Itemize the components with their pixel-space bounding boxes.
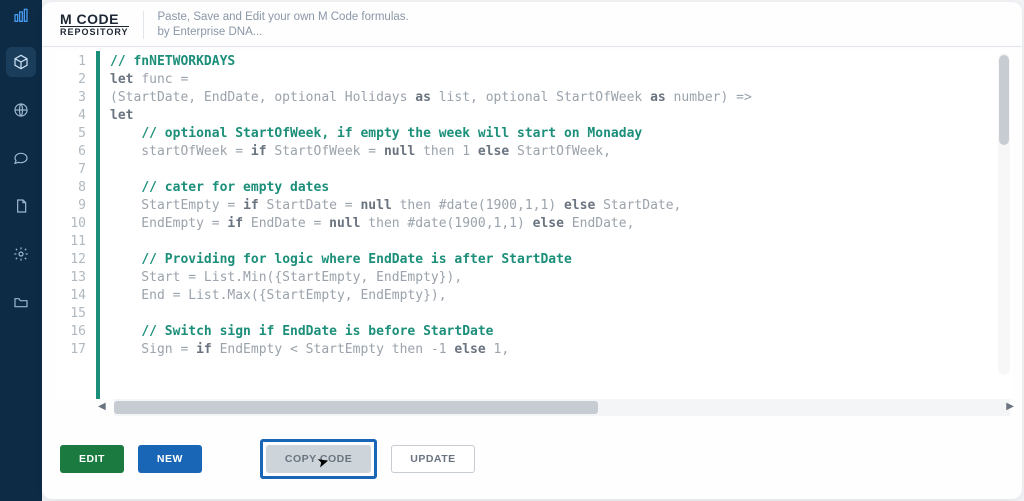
tagline-line1: Paste, Save and Edit your own M Code for… [158,10,409,25]
line-number: 2 [56,71,86,89]
code-line[interactable]: // optional StartOfWeek, if empty the we… [110,125,1004,143]
code-line[interactable]: // Switch sign if EndDate is before Star… [110,323,1004,341]
line-number: 1 [56,53,86,71]
header-separator [143,11,144,39]
line-number: 13 [56,269,86,287]
brand-bottom: REPOSITORY [60,26,129,37]
horizontal-scrollbar[interactable]: ◀ ▶ [114,399,1010,416]
tagline: Paste, Save and Edit your own M Code for… [158,10,409,40]
code-line[interactable]: let [110,107,1004,125]
line-number: 15 [56,305,86,323]
code-editor[interactable]: 1234567891011121314151617 // fnNETWORKDA… [56,51,1012,399]
code-line[interactable]: // Providing for logic where EndDate is … [110,251,1004,269]
sidebar [0,0,42,501]
line-number: 10 [56,215,86,233]
brand-top: M CODE [60,12,129,26]
code-line[interactable]: EndEmpty = if EndDate = null then #date(… [110,215,1004,233]
update-button[interactable]: UPDATE [391,445,474,473]
code-line[interactable]: Start = List.Min({StartEmpty, EndEmpty})… [110,269,1004,287]
logo-icon [13,8,29,29]
code-line[interactable]: // fnNETWORKDAYS [110,53,1004,71]
line-number: 3 [56,89,86,107]
code-line[interactable]: // cater for empty dates [110,179,1004,197]
footer-toolbar: EDIT NEW COPY CODE ➤ UPDATE [42,420,1022,499]
nav-folder-icon[interactable] [6,287,36,317]
code-line[interactable] [110,161,1004,179]
code-line[interactable]: let func = [110,71,1004,89]
line-number: 14 [56,287,86,305]
code-body[interactable]: // fnNETWORKDAYSlet func =(StartDate, En… [100,51,1012,399]
code-line[interactable]: StartEmpty = if StartDate = null then #d… [110,197,1004,215]
edit-button[interactable]: EDIT [60,445,124,473]
line-number: 5 [56,125,86,143]
nav-globe-icon[interactable] [6,95,36,125]
scroll-left-icon[interactable]: ◀ [98,401,106,412]
code-line[interactable] [110,233,1004,251]
brand: M CODE REPOSITORY [60,12,129,37]
tagline-line2: by Enterprise DNA... [158,25,409,40]
line-number: 9 [56,197,86,215]
line-number: 11 [56,233,86,251]
nav-doc-icon[interactable] [6,191,36,221]
line-gutter: 1234567891011121314151617 [56,51,100,399]
line-number: 8 [56,179,86,197]
header: M CODE REPOSITORY Paste, Save and Edit y… [42,2,1022,47]
line-number: 12 [56,251,86,269]
new-button[interactable]: NEW [138,445,202,473]
copy-code-highlight: COPY CODE ➤ [260,439,377,479]
nav-cube-icon[interactable] [6,47,36,77]
horizontal-scroll-thumb[interactable] [114,401,598,414]
code-line[interactable]: Sign = if EndEmpty < StartEmpty then -1 … [110,341,1004,359]
line-number: 17 [56,341,86,359]
line-number: 16 [56,323,86,341]
nav-gear-icon[interactable] [6,239,36,269]
line-number: 7 [56,161,86,179]
code-line[interactable]: End = List.Max({StartEmpty, EndEmpty}), [110,287,1004,305]
nav-chat-icon[interactable] [6,143,36,173]
vertical-scroll-thumb[interactable] [999,55,1009,145]
line-number: 6 [56,143,86,161]
code-line[interactable]: (StartDate, EndDate, optional Holidays a… [110,89,1004,107]
line-number: 4 [56,107,86,125]
scroll-right-icon[interactable]: ▶ [1006,401,1014,412]
editor-area: 1234567891011121314151617 // fnNETWORKDA… [42,47,1022,420]
main-panel: M CODE REPOSITORY Paste, Save and Edit y… [42,2,1022,499]
vertical-scrollbar[interactable] [998,53,1010,375]
code-line[interactable]: startOfWeek = if StartOfWeek = null then… [110,143,1004,161]
code-line[interactable] [110,305,1004,323]
